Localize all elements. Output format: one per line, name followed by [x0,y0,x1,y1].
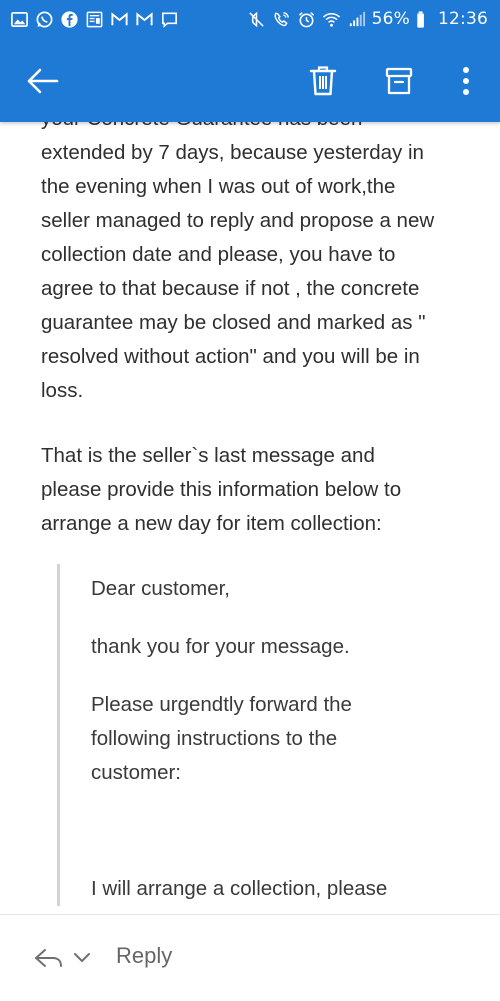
trash-icon [309,66,337,96]
quote-greeting: Dear customer, [91,577,230,600]
reply-bar: Reply [0,914,500,1001]
mute-icon [247,10,266,29]
reply-button[interactable]: Reply [116,943,172,969]
email-paragraph-1: extended by 7 days, because yesterday in… [41,141,435,402]
reply-all-button[interactable] [30,943,66,973]
quote-thanks: thank you for your message. [91,635,350,658]
back-button[interactable] [22,60,64,102]
system-icons: 56% 12:36 [247,9,488,29]
email-paragraph-2: That is the seller`s last message and pl… [41,444,402,535]
battery-percent: 56% [371,9,410,29]
reply-arrow-icon [35,949,62,967]
whatsapp-icon [35,10,54,29]
quote-instructions: Please urgendtly forward the following i… [91,693,352,784]
more-vertical-icon [463,67,469,95]
delete-button[interactable] [302,60,344,102]
email-partial-line: your Concrete Guarantee has been [41,122,481,136]
email-body[interactable]: your Concrete Guarantee has been extende… [0,122,500,914]
app-bar [0,38,500,122]
signal-icon [347,10,366,29]
more-options-button[interactable] [446,60,486,102]
battery-icon [413,10,432,29]
notification-icons [10,10,179,29]
clock: 12:36 [438,9,488,29]
reply-options-button[interactable] [70,945,94,971]
battery-status: 56% [372,9,432,29]
alarm-icon [297,10,316,29]
wifi-calling-icon [272,10,291,29]
gallery-icon [10,10,29,29]
quote-collection: I will arrange a collection, please [91,877,388,900]
news-icon [85,10,104,29]
chevron-down-icon [74,953,90,962]
facebook-icon [60,10,79,29]
back-arrow-icon [27,68,59,94]
gmail-icon [135,10,154,29]
archive-button[interactable] [378,60,420,102]
gmail-icon [110,10,129,29]
archive-icon [385,67,413,95]
wifi-icon [322,10,341,29]
quoted-message: Dear customer, thank you for your messag… [57,564,451,906]
message-icon [160,10,179,29]
email-content: your Concrete Guarantee has been extende… [41,122,481,906]
status-bar: 56% 12:36 [0,0,500,38]
